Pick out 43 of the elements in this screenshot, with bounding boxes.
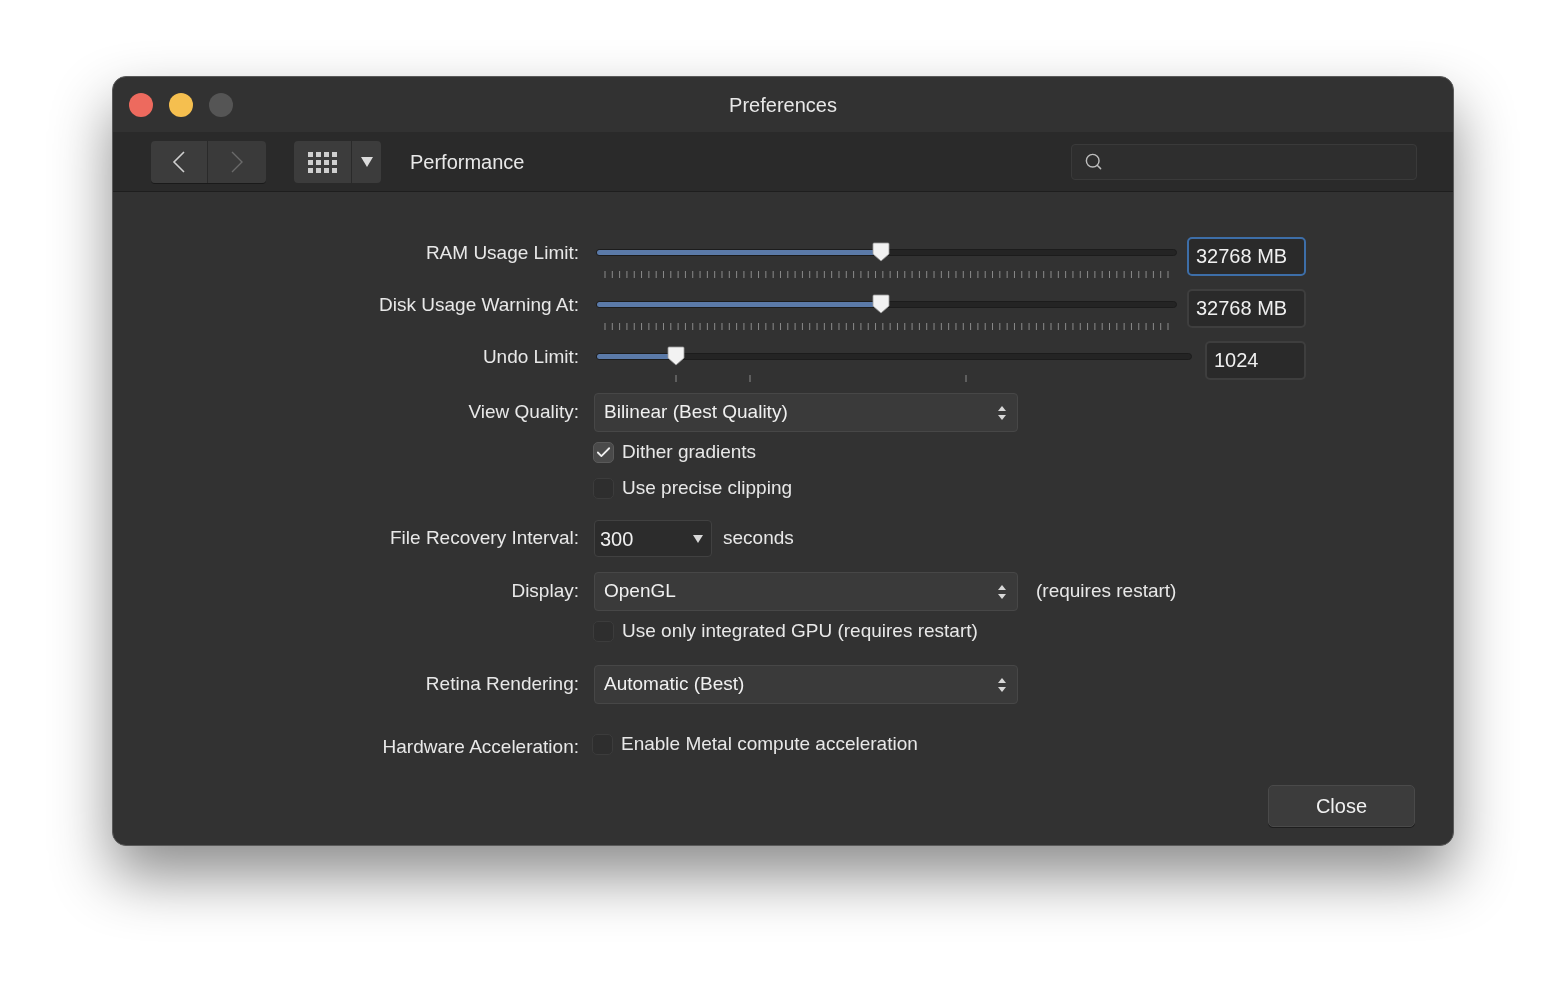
search-icon — [1084, 152, 1103, 171]
slider[interactable] — [596, 293, 1177, 315]
checkbox-label: Use precise clipping — [622, 475, 793, 500]
setting-label: Disk Usage Warning At: — [379, 293, 579, 317]
setting-label: Undo Limit: — [482, 345, 579, 369]
setting-label: Retina Rendering: — [425, 672, 579, 697]
value-field[interactable]: 32768 MB — [1187, 289, 1306, 328]
checkbox-label: Use only integrated GPU (requires restart) — [622, 618, 978, 643]
unit-label: seconds — [723, 526, 794, 551]
caret-icon — [693, 534, 703, 543]
slider[interactable] — [596, 241, 1177, 263]
grid-icon — [306, 150, 339, 173]
setting-label: Display: — [511, 579, 579, 604]
chevron-right-icon — [230, 149, 244, 174]
chevron-left-icon — [172, 149, 186, 174]
slider-thumb[interactable] — [871, 294, 890, 314]
dropdown-select[interactable]: Bilinear (Best Quality) — [594, 393, 1018, 432]
setting-label: Hardware Acceleration: — [382, 734, 579, 759]
checkbox-label: Dither gradients — [622, 439, 757, 464]
slider[interactable] — [596, 345, 1192, 367]
restart-note: (requires restart) — [1036, 579, 1177, 604]
checkbox[interactable] — [593, 441, 614, 463]
setting-label: File Recovery Interval: — [390, 526, 579, 551]
setting-label: RAM Usage Limit: — [425, 241, 579, 265]
view-menu-button[interactable] — [352, 140, 381, 183]
close-button[interactable]: Close — [1268, 785, 1415, 827]
interval-combo-box[interactable]: 300 — [594, 520, 712, 557]
search-field[interactable] — [1071, 143, 1417, 180]
dropdown-select[interactable]: Automatic (Best) — [594, 665, 1018, 704]
grid-view-button[interactable] — [294, 140, 352, 183]
minimize-window-button[interactable] — [169, 92, 193, 117]
close-window-button[interactable] — [129, 92, 153, 117]
caret-icon — [360, 156, 373, 167]
section-title: Performance — [410, 149, 525, 175]
value-field[interactable]: 1024 — [1205, 341, 1306, 380]
slider-thumb[interactable] — [871, 242, 890, 262]
back-button[interactable] — [151, 140, 208, 183]
checkbox-label: Enable Metal compute acceleration — [621, 731, 918, 756]
value-field[interactable]: 32768 MB — [1187, 237, 1306, 276]
slider-thumb[interactable] — [667, 346, 686, 366]
window-title: Preferences — [729, 92, 837, 118]
setting-label: View Quality: — [468, 400, 579, 425]
dropdown-select[interactable]: OpenGL — [594, 572, 1018, 611]
